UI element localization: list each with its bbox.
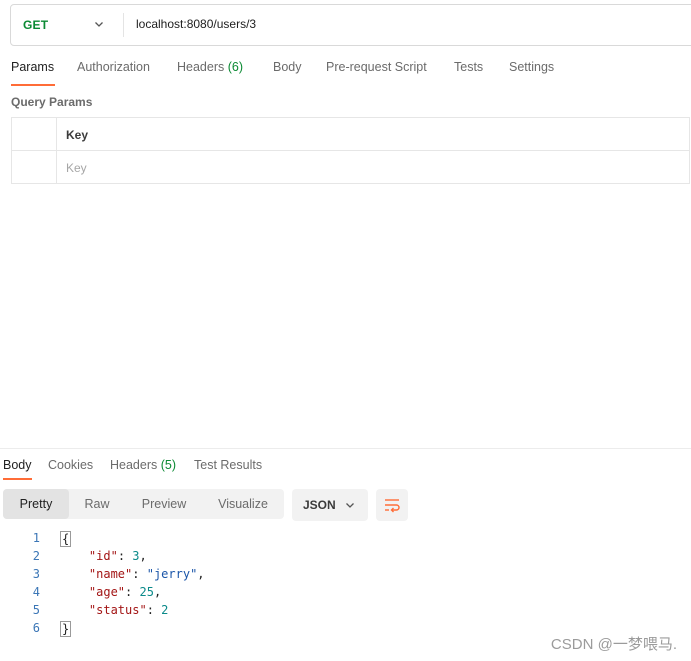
json-key: "status" [88, 603, 147, 617]
view-raw-button[interactable]: Raw [69, 489, 125, 519]
tab-authorization[interactable]: Authorization [77, 60, 150, 74]
query-params-table: Key Key [11, 117, 690, 184]
view-pretty-button[interactable]: Pretty [3, 489, 69, 519]
url-bar: GET localhost:8080/users/3 [10, 4, 691, 46]
line-number: 1 [32, 531, 40, 545]
response-tab-body[interactable]: Body [3, 458, 32, 472]
tab-tests[interactable]: Tests [454, 60, 483, 74]
url-separator [123, 13, 124, 37]
method-label: GET [23, 18, 49, 32]
view-visualize-button[interactable]: Visualize [203, 489, 283, 519]
chevron-down-icon [95, 22, 103, 27]
view-mode-selector: Pretty Raw Preview Visualize [3, 489, 284, 519]
tab-pre-request-script[interactable]: Pre-request Script [326, 60, 427, 74]
watermark: CSDN @一梦喂马. [550, 636, 677, 653]
chevron-down-icon [346, 503, 354, 508]
url-input[interactable]: localhost:8080/users/3 [136, 17, 256, 31]
code-line: 3 "name": "jerry", [0, 567, 691, 585]
view-preview-button[interactable]: Preview [127, 489, 201, 519]
key-column-header: Key [66, 128, 89, 142]
query-params-title: Query Params [11, 95, 93, 109]
key-input[interactable]: Key [66, 161, 87, 175]
line-number: 4 [32, 585, 40, 599]
table-row: Key [12, 151, 689, 184]
tab-settings[interactable]: Settings [509, 60, 554, 74]
code-line: 2 "id": 3, [0, 549, 691, 567]
json-key: "id" [88, 549, 118, 563]
json-key: "age" [88, 585, 126, 599]
headers-count: (6) [227, 60, 244, 74]
response-headers-count: (5) [160, 458, 177, 472]
response-tab-cookies[interactable]: Cookies [48, 458, 93, 472]
code-line: 5 "status": 2 [0, 603, 691, 621]
row-checkbox-cell[interactable] [12, 151, 57, 184]
code-line: 1 { [0, 531, 691, 549]
tab-body[interactable]: Body [273, 60, 302, 74]
response-tab-headers[interactable]: Headers (5) [110, 458, 176, 472]
line-number: 6 [32, 621, 40, 635]
json-value: 3 [132, 549, 140, 563]
tab-params[interactable]: Params [11, 60, 54, 74]
line-number: 5 [32, 603, 40, 617]
checkbox-column-header [12, 118, 57, 150]
response-active-tab-indicator [3, 478, 32, 480]
response-divider [0, 448, 691, 449]
json-value: 25 [139, 585, 154, 599]
response-tab-test-results[interactable]: Test Results [194, 458, 262, 472]
line-number: 3 [32, 567, 40, 581]
json-value: 2 [161, 603, 169, 617]
code-line: 4 "age": 25, [0, 585, 691, 603]
close-brace: } [60, 621, 72, 637]
json-value: "jerry" [146, 567, 198, 581]
line-number: 2 [32, 549, 40, 563]
method-selector[interactable]: GET [11, 5, 123, 45]
format-label: JSON [303, 498, 336, 512]
table-header-row: Key [12, 118, 689, 151]
open-brace: { [60, 531, 72, 547]
wrap-lines-icon [385, 499, 400, 513]
tab-headers[interactable]: Headers (6) [177, 60, 243, 74]
json-key: "name" [88, 567, 133, 581]
wrap-lines-button[interactable] [376, 489, 408, 521]
format-dropdown[interactable]: JSON [292, 489, 368, 521]
active-tab-indicator [11, 84, 55, 86]
